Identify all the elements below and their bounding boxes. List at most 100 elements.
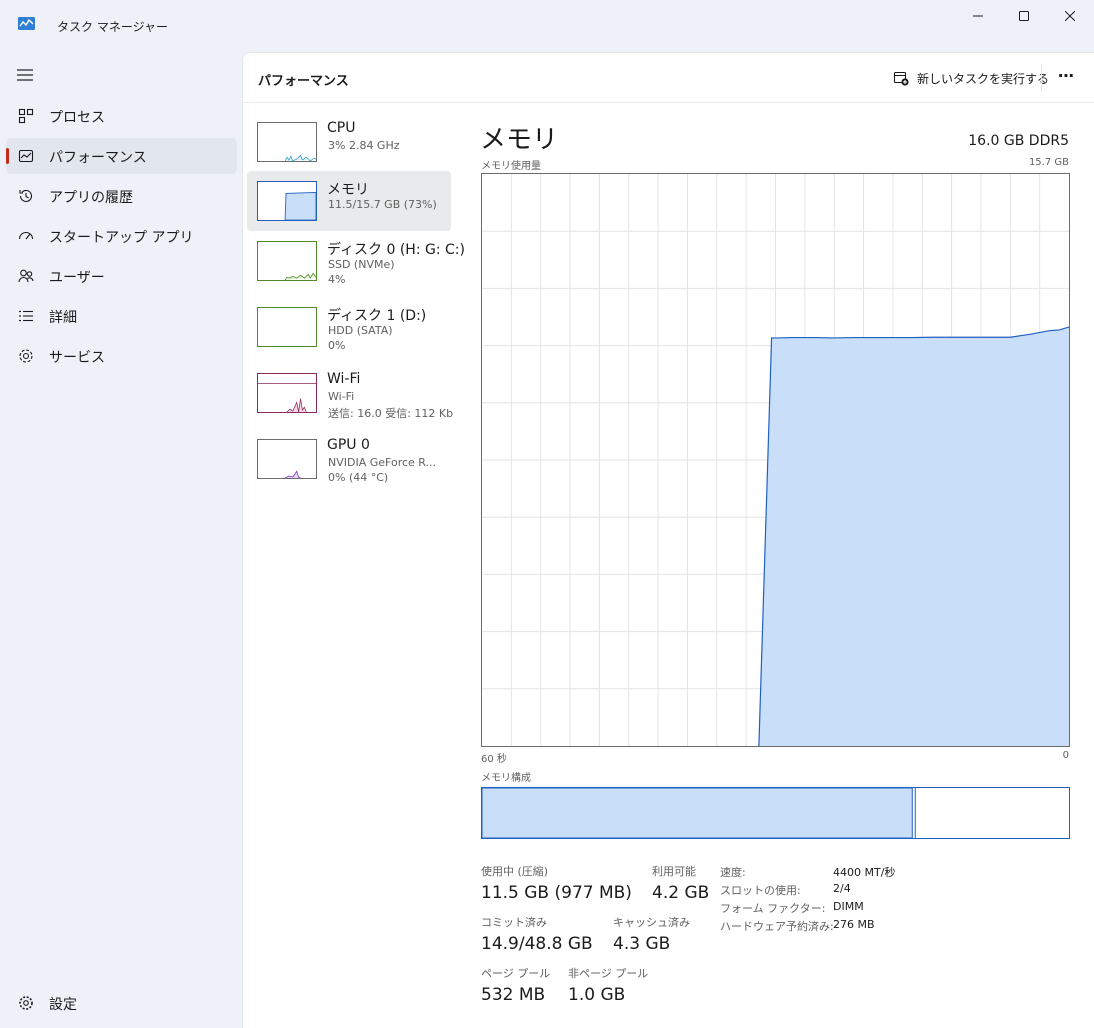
maximize-button[interactable]	[1001, 0, 1047, 32]
memory-spec: 16.0 GB DDR5	[968, 133, 1069, 149]
performance-icon	[18, 149, 34, 163]
slots-key: スロットの使用:	[720, 884, 801, 897]
wifi-thumbnail	[257, 373, 317, 413]
sidebar-item-label: プロセス	[49, 110, 105, 126]
committed-label: コミット済み	[481, 916, 547, 929]
sidebar: プロセス パフォーマンス アプリの履歴 スタートアップ アプリ ユーザー 詳細 …	[0, 48, 242, 1028]
device-detail: 送信: 16.0 受信: 112 Kbp	[328, 407, 454, 420]
memory-composition-bar	[481, 787, 1070, 839]
hardware-reserved-value: 276 MB	[833, 918, 875, 931]
window-title: タスク マネージャー	[57, 20, 168, 34]
device-item-gpu[interactable]: GPU 0 NVIDIA GeForce R... 0% (44 °C)	[247, 429, 451, 489]
close-icon	[1065, 11, 1075, 21]
device-item-disk-1[interactable]: ディスク 1 (D:) HDD (SATA) 0%	[247, 297, 451, 357]
sidebar-item-label: スタートアップ アプリ	[49, 230, 194, 246]
minimize-button[interactable]	[955, 0, 1001, 32]
device-name: CPU	[327, 120, 356, 136]
services-icon	[19, 349, 33, 363]
memory-max-label: 15.7 GB	[1028, 157, 1069, 168]
sidebar-item-app-history[interactable]: アプリの履歴	[6, 178, 237, 214]
sidebar-item-label: パフォーマンス	[49, 150, 147, 166]
users-icon	[18, 269, 34, 283]
device-item-wifi[interactable]: Wi-Fi Wi-Fi 送信: 16.0 受信: 112 Kbp	[247, 363, 454, 423]
sidebar-item-details[interactable]: 詳細	[6, 298, 237, 334]
close-button[interactable]	[1047, 0, 1093, 32]
hardware-reserved-key: ハードウェア予約済み:	[720, 920, 834, 933]
device-detail: 3% 2.84 GHz	[328, 139, 400, 152]
sidebar-item-processes[interactable]: プロセス	[6, 98, 237, 134]
memory-thumbnail	[257, 181, 317, 221]
device-detail: NVIDIA GeForce R...	[328, 456, 437, 469]
processes-icon	[18, 108, 34, 124]
cached-value: 4.3 GB	[613, 934, 671, 954]
title-bar: タスク マネージャー	[0, 0, 1094, 48]
device-name: Wi-Fi	[327, 371, 361, 387]
memory-usage-label: メモリ使用量	[481, 161, 541, 172]
sidebar-item-label: 詳細	[49, 310, 77, 326]
device-name: ディスク 0 (H: G: C:)	[327, 242, 465, 258]
disk-1-thumbnail	[257, 307, 317, 347]
app-history-icon	[19, 189, 33, 202]
more-options-icon[interactable]: ⋯	[1058, 66, 1075, 85]
run-new-task-button[interactable]: 新しいタスクを実行する	[893, 67, 1049, 89]
details-icon	[19, 310, 33, 322]
sidebar-item-users[interactable]: ユーザー	[6, 258, 237, 294]
hamburger-menu-icon[interactable]	[16, 68, 34, 82]
gpu-thumbnail	[257, 439, 317, 479]
device-item-cpu[interactable]: CPU 3% 2.84 GHz	[247, 112, 451, 172]
device-detail: 4%	[328, 273, 346, 286]
device-detail: 11.5/15.7 GB (73%)	[328, 198, 437, 211]
speed-key: 速度:	[720, 866, 746, 879]
disk-0-thumbnail	[257, 241, 317, 281]
device-item-disk-0[interactable]: ディスク 0 (H: G: C:) SSD (NVMe) 4%	[247, 231, 465, 291]
available-value: 4.2 GB	[652, 883, 710, 903]
main-panel: パフォーマンス 新しいタスクを実行する ⋯ CPU 3% 2.84 GHz メモ…	[242, 52, 1094, 1028]
run-new-task-label: 新しいタスクを実行する	[917, 71, 1050, 86]
active-indicator	[6, 148, 9, 164]
chart-x-right-label: 0	[1062, 750, 1069, 761]
chart-x-left-label: 60 秒	[481, 754, 507, 765]
cpu-thumbnail	[257, 122, 317, 162]
page-title: パフォーマンス	[258, 74, 349, 89]
speed-value: 4400 MT/秒	[833, 866, 896, 879]
memory-usage-chart	[481, 173, 1070, 747]
in-use-value: 11.5 GB (977 MB)	[481, 883, 632, 903]
sidebar-item-services[interactable]: サービス	[6, 338, 237, 374]
gear-icon	[19, 996, 33, 1010]
header-divider	[1041, 65, 1042, 91]
new-task-icon	[893, 71, 909, 86]
sidebar-item-label: アプリの履歴	[49, 190, 133, 206]
form-factor-key: フォーム ファクター:	[720, 902, 826, 915]
memory-composition-label: メモリ構成	[481, 773, 531, 784]
device-detail: 0% (44 °C)	[328, 471, 389, 484]
main-header: パフォーマンス 新しいタスクを実行する ⋯	[243, 53, 1094, 103]
nonpaged-pool-label: 非ページ プール	[568, 967, 649, 980]
sidebar-item-label: ユーザー	[49, 270, 105, 286]
minimize-icon	[973, 15, 983, 17]
startup-icon	[18, 231, 34, 240]
sidebar-item-label: 設定	[49, 997, 77, 1013]
memory-title: メモリ	[480, 125, 559, 155]
paged-pool-value: 532 MB	[481, 985, 546, 1005]
committed-value: 14.9/48.8 GB	[481, 934, 593, 954]
available-label: 利用可能	[652, 865, 696, 878]
paged-pool-label: ページ プール	[481, 967, 551, 980]
device-detail: Wi-Fi	[328, 390, 355, 403]
device-name: GPU 0	[327, 437, 370, 453]
device-name: ディスク 1 (D:)	[327, 308, 427, 324]
in-use-label: 使用中 (圧縮)	[481, 865, 549, 878]
device-detail: SSD (NVMe)	[328, 258, 395, 271]
slots-value: 2/4	[833, 882, 851, 895]
sidebar-item-settings[interactable]: 設定	[6, 985, 237, 1021]
task-manager-icon	[18, 17, 35, 30]
form-factor-value: DIMM	[833, 900, 864, 913]
device-name: メモリ	[327, 182, 369, 198]
sidebar-item-performance[interactable]: パフォーマンス	[6, 138, 237, 174]
maximize-icon	[1019, 11, 1029, 21]
device-item-memory[interactable]: メモリ 11.5/15.7 GB (73%)	[247, 171, 451, 231]
device-detail: HDD (SATA)	[328, 324, 393, 337]
sidebar-item-label: サービス	[49, 350, 105, 366]
memory-usage-area	[758, 327, 1069, 746]
sidebar-item-startup[interactable]: スタートアップ アプリ	[6, 218, 237, 254]
composition-in-use-segment[interactable]	[482, 788, 913, 838]
